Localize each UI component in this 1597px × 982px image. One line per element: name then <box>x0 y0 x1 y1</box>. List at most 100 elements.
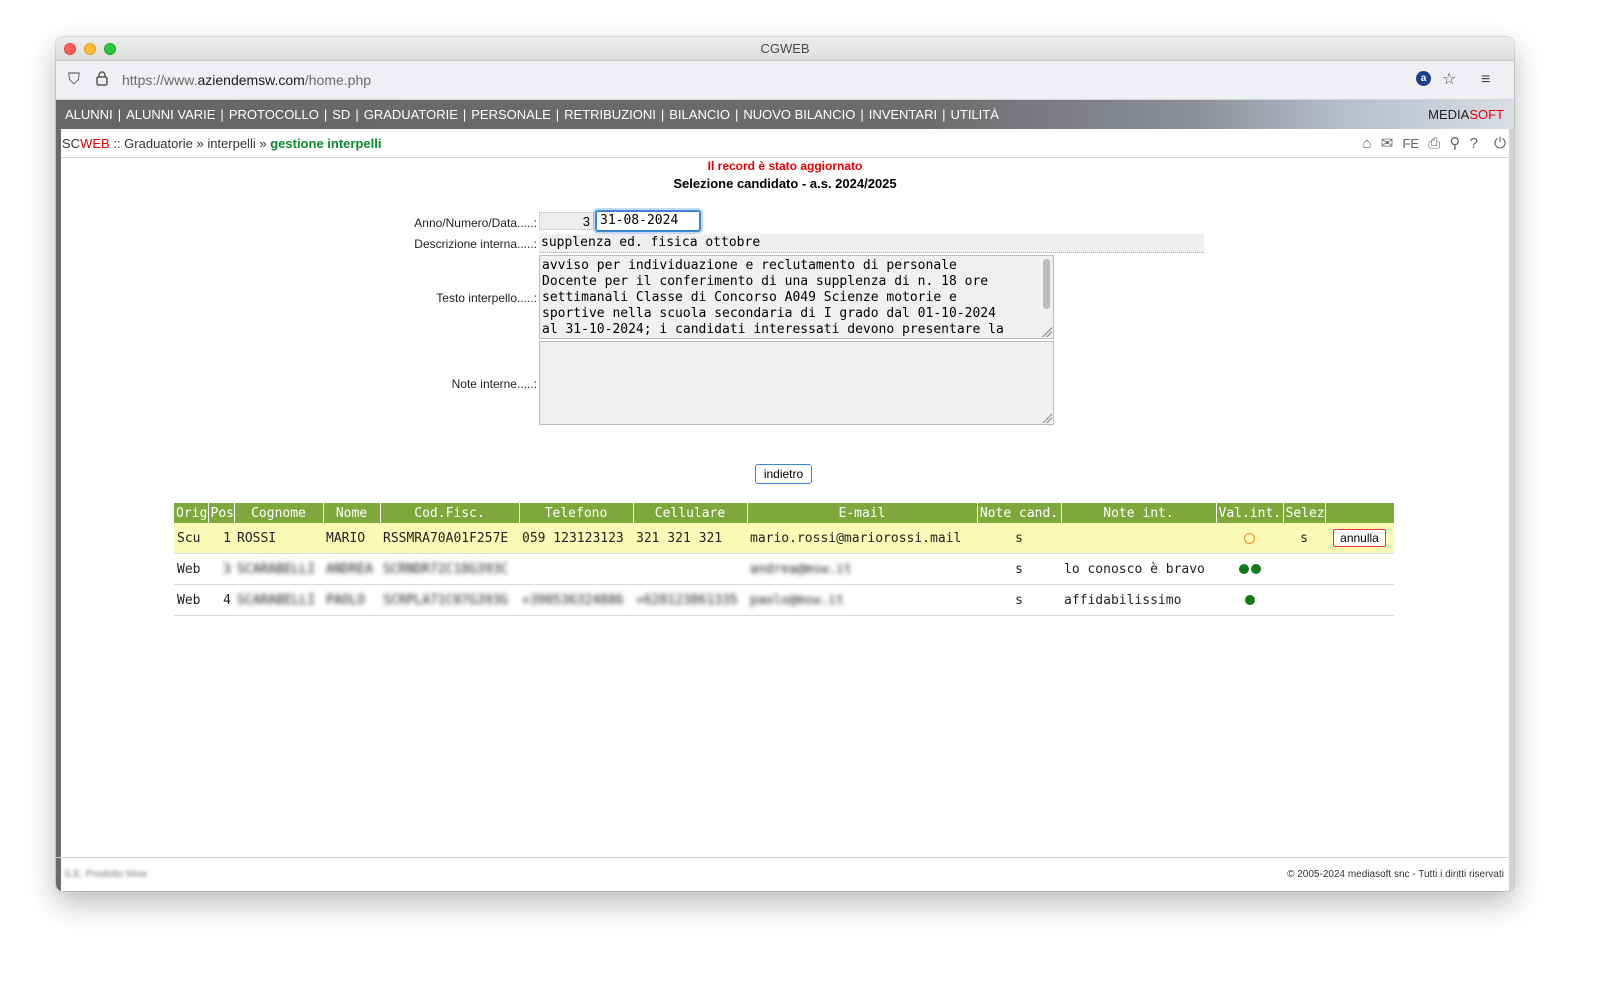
cell-nome: MARIO <box>323 523 380 554</box>
hamburger-icon[interactable]: ≡ <box>1481 71 1490 89</box>
cell-orig: Web <box>174 584 208 616</box>
testo-content: avviso per individuazione e reclutamento… <box>542 258 1004 337</box>
menu-item[interactable]: INVENTARI <box>869 107 937 122</box>
menu-separator: | <box>355 107 359 122</box>
descrizione-field[interactable]: supplenza ed. fisica ottobre <box>539 234 1204 253</box>
menu-item[interactable]: BILANCIO <box>669 107 730 122</box>
textarea-scrollbar[interactable] <box>1043 259 1050 309</box>
menu-separator: | <box>555 107 560 122</box>
menu-separator: | <box>462 107 467 122</box>
breadcrumb-sc: SC <box>62 136 81 151</box>
cell-cellulare <box>633 553 747 585</box>
status-message: Il record è stato aggiornato <box>707 159 863 173</box>
menu-item[interactable]: ALUNNI VARIE <box>126 107 215 122</box>
search-icon[interactable]: ⚲ <box>1449 135 1460 152</box>
cell-note-cand: s <box>977 584 1061 616</box>
cell-note-int: affidabilissimo <box>1061 584 1216 616</box>
note-label: Note interne.....: <box>451 377 537 391</box>
column-header: Orig <box>174 503 209 523</box>
menu-item[interactable]: NUOVO BILANCIO <box>743 107 855 122</box>
menu-separator: | <box>323 107 328 122</box>
cell-codfisc: SCRPLA71C07G393G <box>380 584 519 616</box>
menu-items: ALUNNI | ALUNNI VARIE | PROTOCOLLO | SD | GRADUA… <box>65 100 999 129</box>
rating-dot-icon <box>1238 564 1249 574</box>
column-header <box>1325 503 1395 523</box>
note-textarea[interactable] <box>539 341 1054 425</box>
brand-soft: SOFT <box>1469 107 1504 122</box>
print-icon[interactable]: ⎙ <box>1428 135 1440 152</box>
star-icon[interactable]: ☆ <box>1442 71 1456 89</box>
rating-dot-icon <box>1250 564 1261 574</box>
cell-telefono: +390536324886 <box>519 584 633 616</box>
page-edge-left <box>56 129 61 891</box>
column-header: Cognome <box>234 503 324 523</box>
cell-email: paolo@msw.it <box>747 584 977 616</box>
breadcrumb-arrow-2: » <box>259 136 267 151</box>
cell-cellulare: 321 321 321 <box>633 523 747 554</box>
cell-note-int: lo conosco è bravo <box>1061 553 1216 585</box>
back-button[interactable]: indietro <box>755 464 812 484</box>
cell-nome: PAOLO <box>323 584 380 616</box>
menu-separator: | <box>117 107 122 122</box>
breadcrumb-current: gestione interpelli <box>270 136 382 151</box>
lock-icon[interactable] <box>96 71 108 91</box>
empty-circle-icon <box>1244 532 1255 544</box>
rating-dot-icon <box>1244 595 1255 605</box>
column-header: E-mail <box>747 503 978 523</box>
power-icon[interactable]: ⏻ <box>1494 135 1506 152</box>
cell-pos: 3 <box>208 553 234 585</box>
home-icon[interactable]: ⌂ <box>1362 135 1371 152</box>
table-row[interactable]: Scu 1 ROSSI MARIO RSSMRA70A01F257E 059 1… <box>174 523 1394 554</box>
menu-item[interactable]: ALUNNI <box>65 107 113 122</box>
cell-selez <box>1283 553 1325 585</box>
breadcrumb-graduatorie[interactable]: Graduatorie <box>124 136 193 151</box>
table-row[interactable]: Web 3 SCARABELLI ANDREA SCRNDR72C18G393C… <box>174 553 1394 585</box>
cell-action: annulla <box>1325 523 1394 554</box>
cell-orig: Web <box>174 553 208 585</box>
data-field[interactable]: 31-08-2024 <box>595 210 701 232</box>
brand-media: MEDIA <box>1428 107 1470 122</box>
breadcrumb: SCWEB :: Graduatorie » interpelli » gest… <box>62 130 381 158</box>
footer: S.E. Prodotto Msw © 2005-2024 mediasoft … <box>56 857 1514 891</box>
help-icon[interactable]: ? <box>1470 135 1478 152</box>
breadcrumb-arrow-1: » <box>196 136 204 151</box>
cell-action <box>1325 553 1394 585</box>
page-edge-right <box>1509 129 1514 891</box>
menu-item[interactable]: PROTOCOLLO <box>229 107 319 122</box>
window-title: CGWEB <box>760 41 810 56</box>
table-header-row: Orig Pos Cognome Nome Cod.Fisc. Telefono Cellu… <box>174 503 1395 523</box>
address-bar[interactable]: https://www.aziendemsw.com/home.php <box>122 72 371 88</box>
extension-icon[interactable]: a <box>1416 71 1431 86</box>
numero-field[interactable]: 3 <box>539 212 594 230</box>
testo-label: Testo interpello.....: <box>436 291 537 305</box>
cell-val-int <box>1216 584 1283 616</box>
minimize-window-button[interactable] <box>84 43 96 55</box>
shield-icon[interactable]: ⛉ <box>68 71 80 89</box>
footer-left-text: S.E. Prodotto Msw <box>64 869 147 880</box>
anno-label: Anno/Numero/Data.....: <box>414 216 537 230</box>
menu-item[interactable]: PERSONALE <box>471 107 550 122</box>
menu-item[interactable]: UTILITÀ <box>950 107 998 122</box>
page-title: Selezione candidato - a.s. 2024/2025 <box>673 176 897 191</box>
breadcrumb-interpelli[interactable]: interpelli <box>207 136 255 151</box>
annulla-button[interactable]: annulla <box>1333 529 1386 547</box>
column-header: Selez <box>1283 503 1326 523</box>
close-window-button[interactable] <box>64 43 76 55</box>
candidates-table: Orig Pos Cognome Nome Cod.Fisc. Telefono Cellu… <box>174 503 1395 616</box>
menu-item[interactable]: SD <box>332 107 350 122</box>
resize-grip-icon[interactable] <box>1042 413 1052 423</box>
cell-note-cand: s <box>977 553 1061 585</box>
cell-codfisc: SCRNDR72C18G393C <box>380 553 519 585</box>
column-header: Note int. <box>1061 503 1217 523</box>
descrizione-label: Descrizione interna.....: <box>414 237 537 251</box>
menu-item[interactable]: RETRIBUZIONI <box>564 107 656 122</box>
resize-grip-icon[interactable] <box>1042 327 1052 337</box>
maximize-window-button[interactable] <box>104 43 116 55</box>
menu-separator: | <box>860 107 864 122</box>
menu-item[interactable]: GRADUATORIE <box>364 107 458 122</box>
table-row[interactable]: Web 4 SCARABELLI PAOLO SCRPLA71C07G393G … <box>174 584 1394 616</box>
main-menu: ALUNNI | ALUNNI VARIE | PROTOCOLLO | SD | GRADUA… <box>56 100 1514 129</box>
fe-button[interactable]: FE <box>1402 136 1419 151</box>
testo-textarea[interactable]: avviso per individuazione e reclutamento… <box>539 255 1054 339</box>
mail-icon[interactable]: ✉ <box>1381 135 1394 152</box>
